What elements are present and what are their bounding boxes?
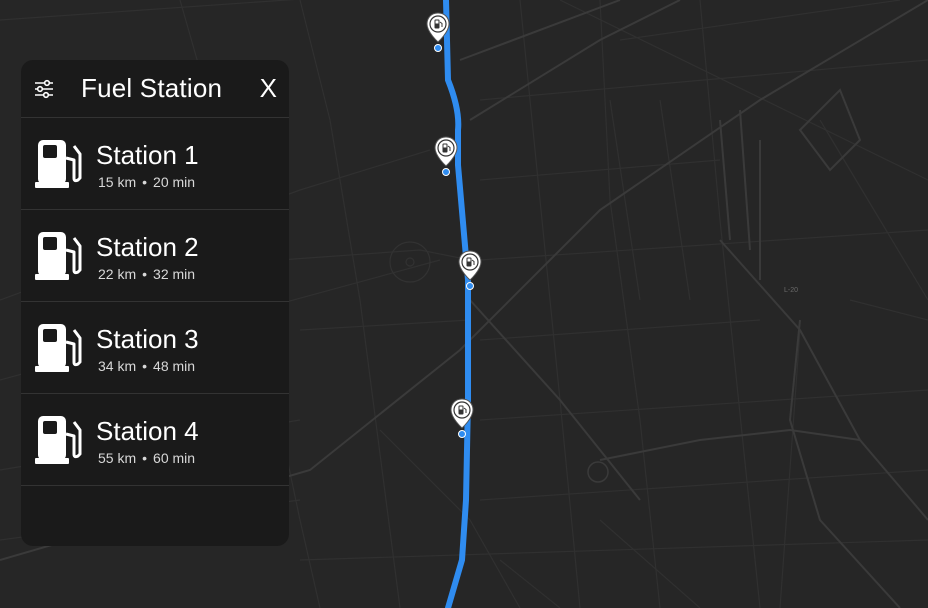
fuel-pin-icon [426,12,450,52]
fuel-pin-icon [450,398,474,438]
fuel-pin-icon [434,136,458,176]
station-meta: 15 km • 20 min [98,174,195,190]
road-label: L-20 [784,287,798,294]
station-distance: 55 km [98,450,137,466]
panel-title: Fuel Station [81,73,223,103]
station-item-4[interactable]: Station 4 55 km • 60 min [21,394,289,486]
station-meta: 34 km • 48 min [98,358,195,374]
fuel-marker-3[interactable] [457,250,483,290]
fuel-pump-icon [35,416,82,464]
route-line [443,0,471,608]
station-time: 20 min [153,174,196,190]
station-distance: 34 km [98,358,137,374]
station-time: 32 min [153,266,196,282]
station-item-2[interactable]: Station 2 22 km • 32 min [21,210,289,302]
station-name: Station 1 [96,140,199,170]
station-meta: 22 km • 32 min [98,266,195,282]
separator-dot: • [142,174,148,190]
fuel-marker-1[interactable] [425,12,451,52]
station-distance: 22 km [98,266,137,282]
fuel-marker-2[interactable] [433,136,459,176]
separator-dot: • [142,266,148,282]
fuel-station-panel: Fuel Station X Station 1 15 km • 20 min St… [21,60,289,546]
filter-sliders-icon[interactable] [33,78,55,100]
fuel-pin-icon [458,250,482,290]
fuel-pump-icon [35,232,82,280]
station-time: 60 min [153,450,196,466]
station-item-3[interactable]: Station 3 34 km • 48 min [21,302,289,394]
roundabout [389,241,431,283]
station-meta: 55 km • 60 min [98,450,195,466]
roundabout-center [405,257,415,267]
separator-dot: • [142,450,148,466]
separator-dot: • [142,358,148,374]
station-item-1[interactable]: Station 1 15 km • 20 min [21,118,289,210]
station-name: Station 3 [96,324,199,354]
close-button[interactable]: X [260,73,277,103]
fuel-marker-4[interactable] [449,398,475,438]
station-distance: 15 km [98,174,137,190]
station-name: Station 2 [96,232,199,262]
fuel-pump-icon [35,140,82,188]
station-time: 48 min [153,358,196,374]
station-name: Station 4 [96,416,199,446]
junction [587,461,609,483]
fuel-pump-icon [35,324,82,372]
panel-header: Fuel Station X [21,60,289,118]
